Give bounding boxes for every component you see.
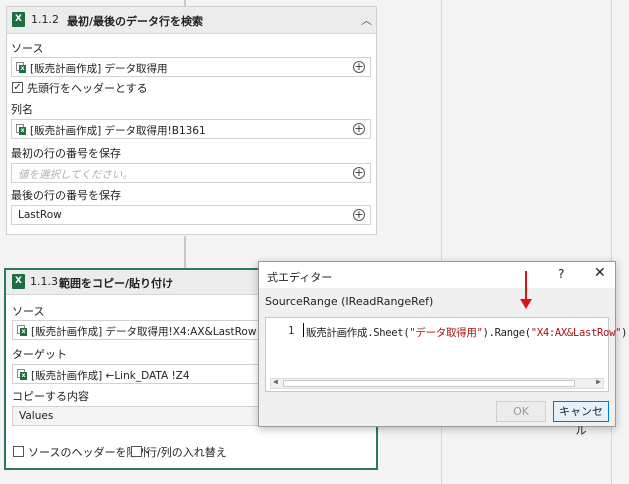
header-checkbox-label: 先頭行をヘッダーとする	[27, 82, 148, 95]
dialog-titlebar[interactable]: 式エディター ? ✕	[259, 262, 615, 288]
excel-icon: X	[12, 274, 25, 289]
code-segment: )	[621, 327, 628, 339]
plus-circle-icon[interactable]: +	[353, 167, 365, 179]
dialog-subtitle: SourceRange (IReadRangeRef)	[265, 295, 434, 308]
source-label: ソース	[11, 42, 44, 55]
first-row-label: 最初の行の番号を保存	[11, 147, 121, 160]
exclude-header-checkbox[interactable]	[13, 446, 24, 457]
expression-code[interactable]: 販売計画作成.Sheet("データ取得用").Range("X4:AX&Last…	[306, 325, 627, 340]
last-row-field[interactable]: LastRow +	[11, 205, 371, 225]
transpose-checkbox[interactable]	[131, 446, 142, 457]
excel-range-icon: x	[17, 369, 27, 380]
plus-circle-icon[interactable]: +	[353, 123, 365, 135]
line-number: 1	[288, 325, 295, 337]
code-string: "データ取得用"	[409, 327, 483, 339]
copy-content-value: Values	[19, 410, 54, 422]
plus-circle-icon[interactable]: +	[353, 61, 365, 73]
activity-title: 範囲をコピー/貼り付け	[59, 277, 174, 290]
help-icon[interactable]: ?	[558, 267, 564, 281]
activity-number: 1.1.3	[30, 275, 58, 288]
cancel-button[interactable]: キャンセル	[553, 401, 609, 437]
activity-card-find-data-row[interactable]: X 1.1.2 最初/最後のデータ行を検索 ︿ ソース x [販売計画作成] デ…	[6, 6, 377, 235]
column-field[interactable]: x [販売計画作成] データ取得用!B1361 +	[11, 119, 371, 139]
code-segment: 販売計画作成.Sheet(	[306, 327, 410, 339]
expression-editor-dialog[interactable]: 式エディター ? ✕ SourceRange (IReadRangeRef) 1…	[258, 261, 627, 437]
scroll-right-icon[interactable]: ▶	[596, 377, 601, 386]
dialog-title: 式エディター	[267, 271, 333, 284]
copy-content-label: コピーする内容	[12, 390, 89, 403]
activity-title: 最初/最後のデータ行を検索	[67, 15, 204, 28]
last-row-value: LastRow	[18, 209, 62, 221]
column-label: 列名	[11, 103, 33, 116]
red-arrow-down	[525, 271, 527, 301]
red-arrow-head	[520, 299, 532, 309]
source-value: [販売計画作成] データ取得用	[30, 63, 168, 75]
first-row-field[interactable]: 値を選択してください。 +	[11, 163, 371, 183]
transpose-label: 行/列の入れ替え	[146, 446, 227, 459]
scrollbar-thumb[interactable]	[283, 380, 575, 387]
code-string: "X4:AX&LastRow"	[530, 327, 622, 339]
source-label: ソース	[12, 305, 45, 318]
horizontal-scrollbar[interactable]: ◀ ▶	[270, 377, 604, 389]
excel-range-icon: x	[17, 325, 27, 336]
close-icon[interactable]: ✕	[594, 265, 606, 281]
target-value: [販売計画作成] ←Link_DATA !Z4	[31, 370, 190, 382]
flow-connector-middle	[184, 236, 186, 268]
target-label: ターゲット	[12, 348, 67, 361]
chevron-up-icon[interactable]: ︿	[361, 12, 372, 28]
source-value: [販売計画作成] データ取得用!X4:AX&LastRow	[31, 326, 257, 338]
first-row-placeholder: 値を選択してください。	[18, 169, 133, 181]
scroll-left-icon[interactable]: ◀	[273, 377, 278, 386]
expression-editor[interactable]: 1 販売計画作成.Sheet("データ取得用").Range("X4:AX&La…	[265, 317, 627, 392]
excel-range-icon: x	[16, 124, 26, 135]
column-value: [販売計画作成] データ取得用!B1361	[30, 125, 206, 137]
plus-circle-icon[interactable]: +	[353, 209, 365, 221]
source-field[interactable]: x [販売計画作成] データ取得用 +	[11, 57, 371, 77]
activity-number: 1.1.2	[31, 13, 59, 26]
card-header[interactable]: X 1.1.2 最初/最後のデータ行を検索 ︿	[7, 7, 376, 34]
ok-button[interactable]: OK	[496, 401, 546, 422]
code-segment: ).Range(	[482, 327, 531, 339]
excel-range-icon: x	[16, 62, 26, 73]
last-row-label: 最後の行の番号を保存	[11, 189, 121, 202]
excel-icon: X	[12, 12, 25, 27]
text-cursor	[303, 323, 304, 337]
header-checkbox[interactable]: ✓	[12, 82, 23, 93]
